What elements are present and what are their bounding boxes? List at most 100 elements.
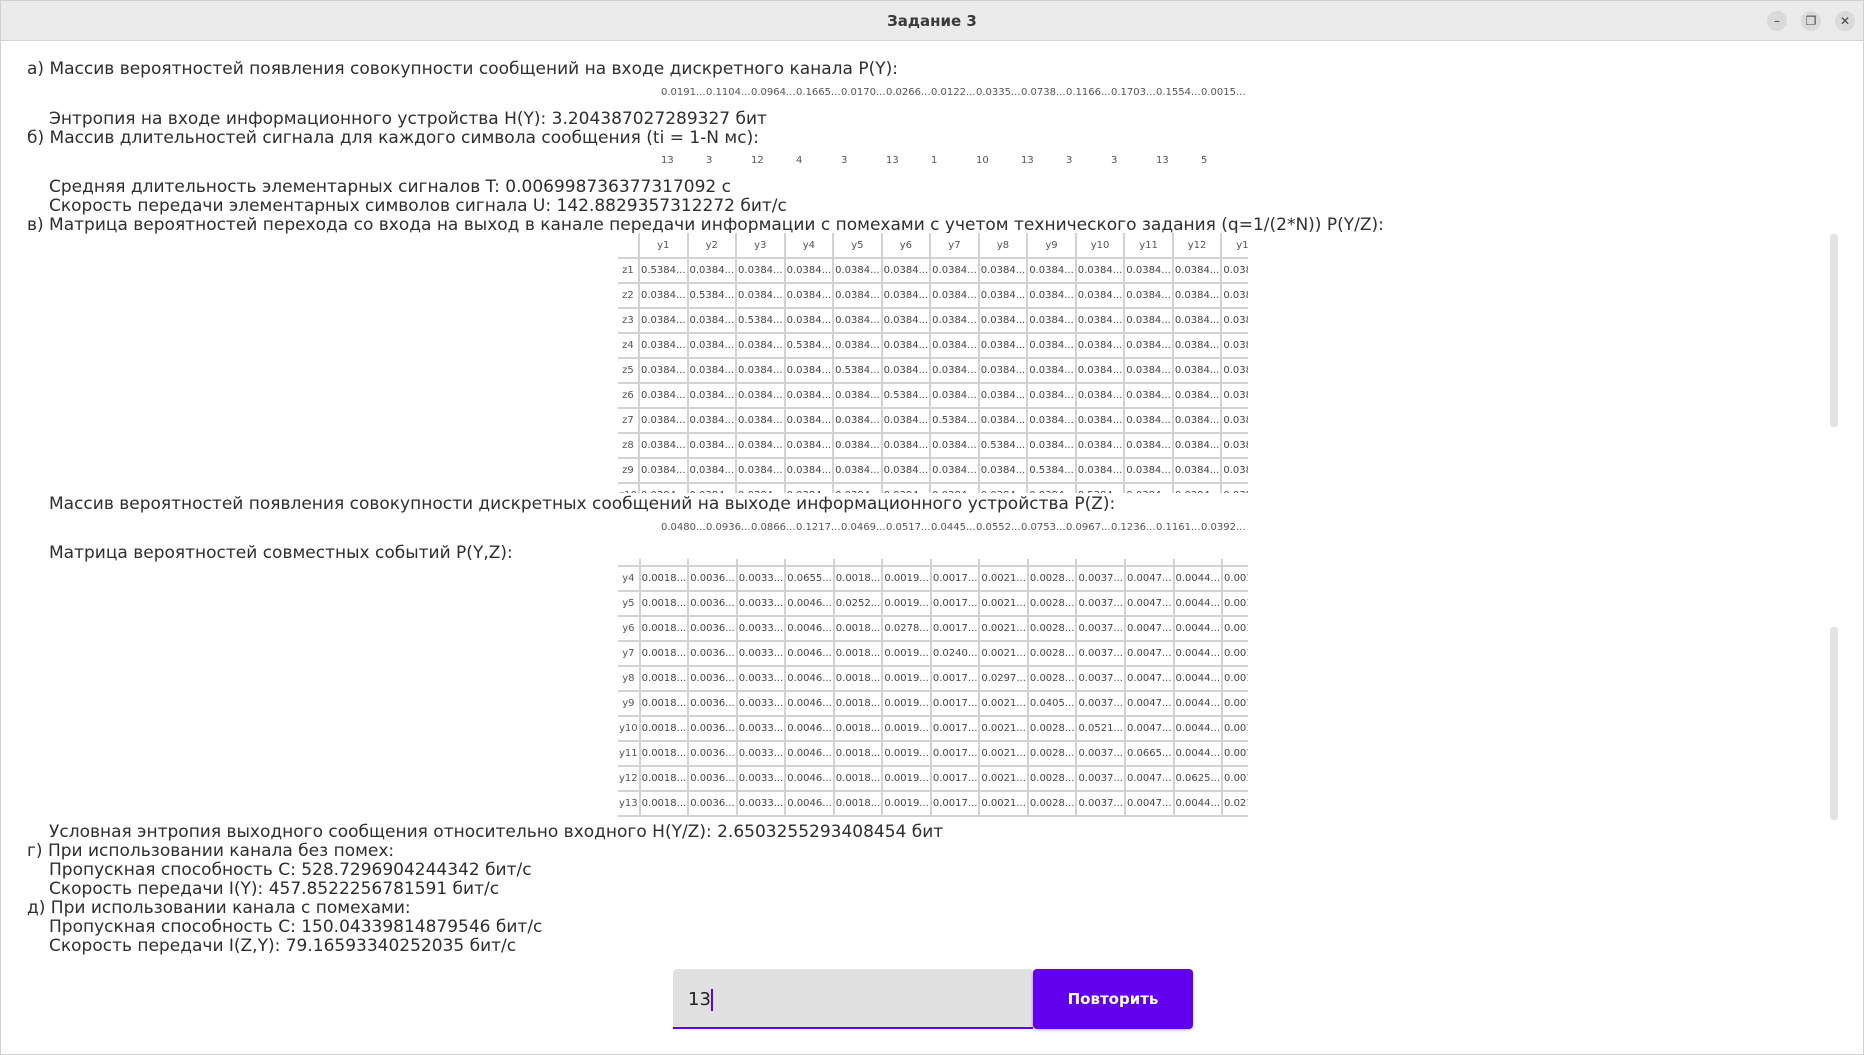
matrix-cell: 0.0384... <box>930 258 980 284</box>
column-header: y6 <box>881 233 932 259</box>
matrix-cell: 0.0384... <box>930 358 980 384</box>
row-header: y11 <box>618 741 641 767</box>
matrix-cell: 0.0384... <box>687 358 738 384</box>
matrix-cell: 0.0044... <box>1173 691 1224 717</box>
pz-value: 0.0469... <box>841 522 886 533</box>
matrix-cell: 0.0046... <box>785 591 835 617</box>
duration-value: 13 <box>1021 155 1034 166</box>
maximize-icon[interactable]: ❐ <box>1801 11 1821 31</box>
matrix-cell: 0.5384... <box>1027 458 1077 484</box>
matrix-cell: 0.0384... <box>687 333 738 359</box>
matrix-cell: 0.0384... <box>1075 358 1126 384</box>
close-icon[interactable]: ✕ <box>1835 11 1855 31</box>
table-row: y13 0.0018... 0.0036... 0.0033... 0.0046... 0… <box>618 791 1248 817</box>
matrix-cell: 0.0384... <box>881 283 932 309</box>
matrix-cell: 0.5384... <box>881 383 932 409</box>
matrix-cell: 0.5384... <box>930 408 980 434</box>
matrix-cell: 0.0384... <box>930 308 980 334</box>
row-header: z2 <box>618 283 640 309</box>
section-b-title: б) Массив длительностей сигнала для кажд… <box>27 128 759 148</box>
matrix-cell: 0.0384... <box>1027 333 1077 359</box>
matrix-cell: 0.0384... <box>1027 308 1077 334</box>
matrix-cell: 0.0017... <box>930 616 981 642</box>
matrix-cell: 0.0018... <box>833 741 884 767</box>
column-header: y8 <box>978 233 1029 259</box>
matrix-cell: 0.0384... <box>638 433 689 459</box>
matrix-cell: 0.0384... <box>833 458 883 484</box>
matrix-cell: 0.0384... <box>687 308 738 334</box>
matrix-cell: 0.0384... <box>1172 458 1223 484</box>
matrix-cell: 0.0384... <box>1172 333 1223 359</box>
matrix-cell: 0.0384... <box>1075 408 1126 434</box>
joint-matrix-table[interactable]: y30.0018...0.0036...0.0513...0.0046...0.… <box>618 559 1248 821</box>
matrix-cell: 0.0384... <box>1172 358 1223 384</box>
matrix-cell: 0.0046... <box>785 766 835 792</box>
table-row: y6 0.0018... 0.0036... 0.0033... 0.0046... 0.… <box>618 616 1248 642</box>
row-header: y3 <box>618 559 641 567</box>
transition-matrix-scrollbar[interactable] <box>1830 234 1838 427</box>
matrix-cell: 0.0384... <box>784 408 835 434</box>
joint-matrix-scrollbar[interactable] <box>1830 627 1838 820</box>
matrix-cell: 0.0384... <box>1124 433 1174 459</box>
matrix-cell: 0.0015... <box>1222 616 1248 642</box>
matrix-cell: 0.0037... <box>1076 766 1126 792</box>
n-input[interactable] <box>688 985 1018 1013</box>
symbol-speed-text: Скорость передачи элементарных символов … <box>49 196 787 216</box>
transition-matrix-table[interactable]: y1y2y3y4y5y6y7y8y9y10y11y12y13z10.5384..… <box>618 233 1248 493</box>
matrix-cell: 0.0384... <box>833 283 883 309</box>
repeat-button[interactable]: Повторить <box>1033 969 1193 1029</box>
table-row: y9 0.0018... 0.0036... 0.0033... 0.0046... 0.… <box>618 691 1248 717</box>
pz-array: 0.0480... 0.0936... 0.0866... 0.1217... 0.04… <box>661 522 1261 536</box>
table-row: y5 0.0018... 0.0036... 0.0033... 0.0046... 0.… <box>618 591 1248 617</box>
matrix-cell: 0.0384... <box>978 358 1029 384</box>
pz-value: 0.0936... <box>706 522 751 533</box>
matrix-cell: 0.0028... <box>1027 559 1078 567</box>
matrix-cell: 0.0384... <box>1027 283 1077 309</box>
pz-value: 0.0967... <box>1066 522 1111 533</box>
matrix-cell: 0.0384... <box>638 308 689 334</box>
matrix-cell: 0.0384... <box>881 308 932 334</box>
matrix-cell: 0.0017... <box>930 666 981 692</box>
matrix-cell: 0.0037... <box>1076 741 1126 767</box>
duration-value: 10 <box>976 155 989 166</box>
matrix-cell: 0.0384... <box>1221 383 1248 409</box>
matrix-cell: 0.0513... <box>736 559 787 567</box>
pz-value: 0.0552... <box>976 522 1021 533</box>
matrix-cell: 0.0044... <box>1173 791 1224 817</box>
matrix-cell: 0.0037... <box>1076 666 1126 692</box>
matrix-cell: 0.0047... <box>1124 766 1175 792</box>
matrix-cell: 0.0019... <box>882 766 932 792</box>
matrix-cell: 0.0044... <box>1173 666 1224 692</box>
matrix-cell: 0.0384... <box>881 483 932 493</box>
matrix-cell: 0.0028... <box>1027 616 1078 642</box>
matrix-cell: 0.0384... <box>736 283 786 309</box>
matrix-cell: 0.0046... <box>785 791 835 817</box>
py-value: 0.0122... <box>931 87 976 98</box>
matrix-cell: 0.0019... <box>882 716 932 742</box>
py-value: 0.1104... <box>706 87 751 98</box>
matrix-cell: 0.0384... <box>736 483 786 493</box>
matrix-cell: 0.0047... <box>1124 716 1175 742</box>
matrix-cell: 0.0384... <box>833 483 883 493</box>
matrix-cell: 0.0405... <box>1027 691 1078 717</box>
table-row: z9 0.0384... 0.0384... 0.0384... 0.0384... 0.… <box>618 458 1248 484</box>
matrix-cell: 0.0017... <box>930 566 981 592</box>
matrix-cell: 0.5384... <box>638 258 689 284</box>
matrix-cell: 0.0021... <box>979 559 1029 567</box>
matrix-cell: 0.0033... <box>736 741 787 767</box>
matrix-cell: 0.0384... <box>687 433 738 459</box>
minimize-icon[interactable]: – <box>1767 11 1787 31</box>
matrix-cell: 0.0384... <box>1172 258 1223 284</box>
matrix-cell: 0.0384... <box>687 258 738 284</box>
matrix-cell: 0.5384... <box>833 358 883 384</box>
matrix-cell: 0.0021... <box>979 566 1029 592</box>
n-input-field[interactable] <box>673 969 1033 1029</box>
matrix-cell: 0.0384... <box>784 283 835 309</box>
matrix-cell: 0.0047... <box>1124 566 1175 592</box>
matrix-cell: 0.0036... <box>688 566 738 592</box>
matrix-cell: 0.0033... <box>736 766 787 792</box>
noisy-capacity-text: Пропускная способность С: 150.0433981487… <box>49 917 543 937</box>
matrix-cell: 0.0384... <box>1172 308 1223 334</box>
table-row: z2 0.0384... 0.5384... 0.0384... 0.0384... 0.… <box>618 283 1248 309</box>
matrix-cell: 0.0018... <box>639 641 690 667</box>
